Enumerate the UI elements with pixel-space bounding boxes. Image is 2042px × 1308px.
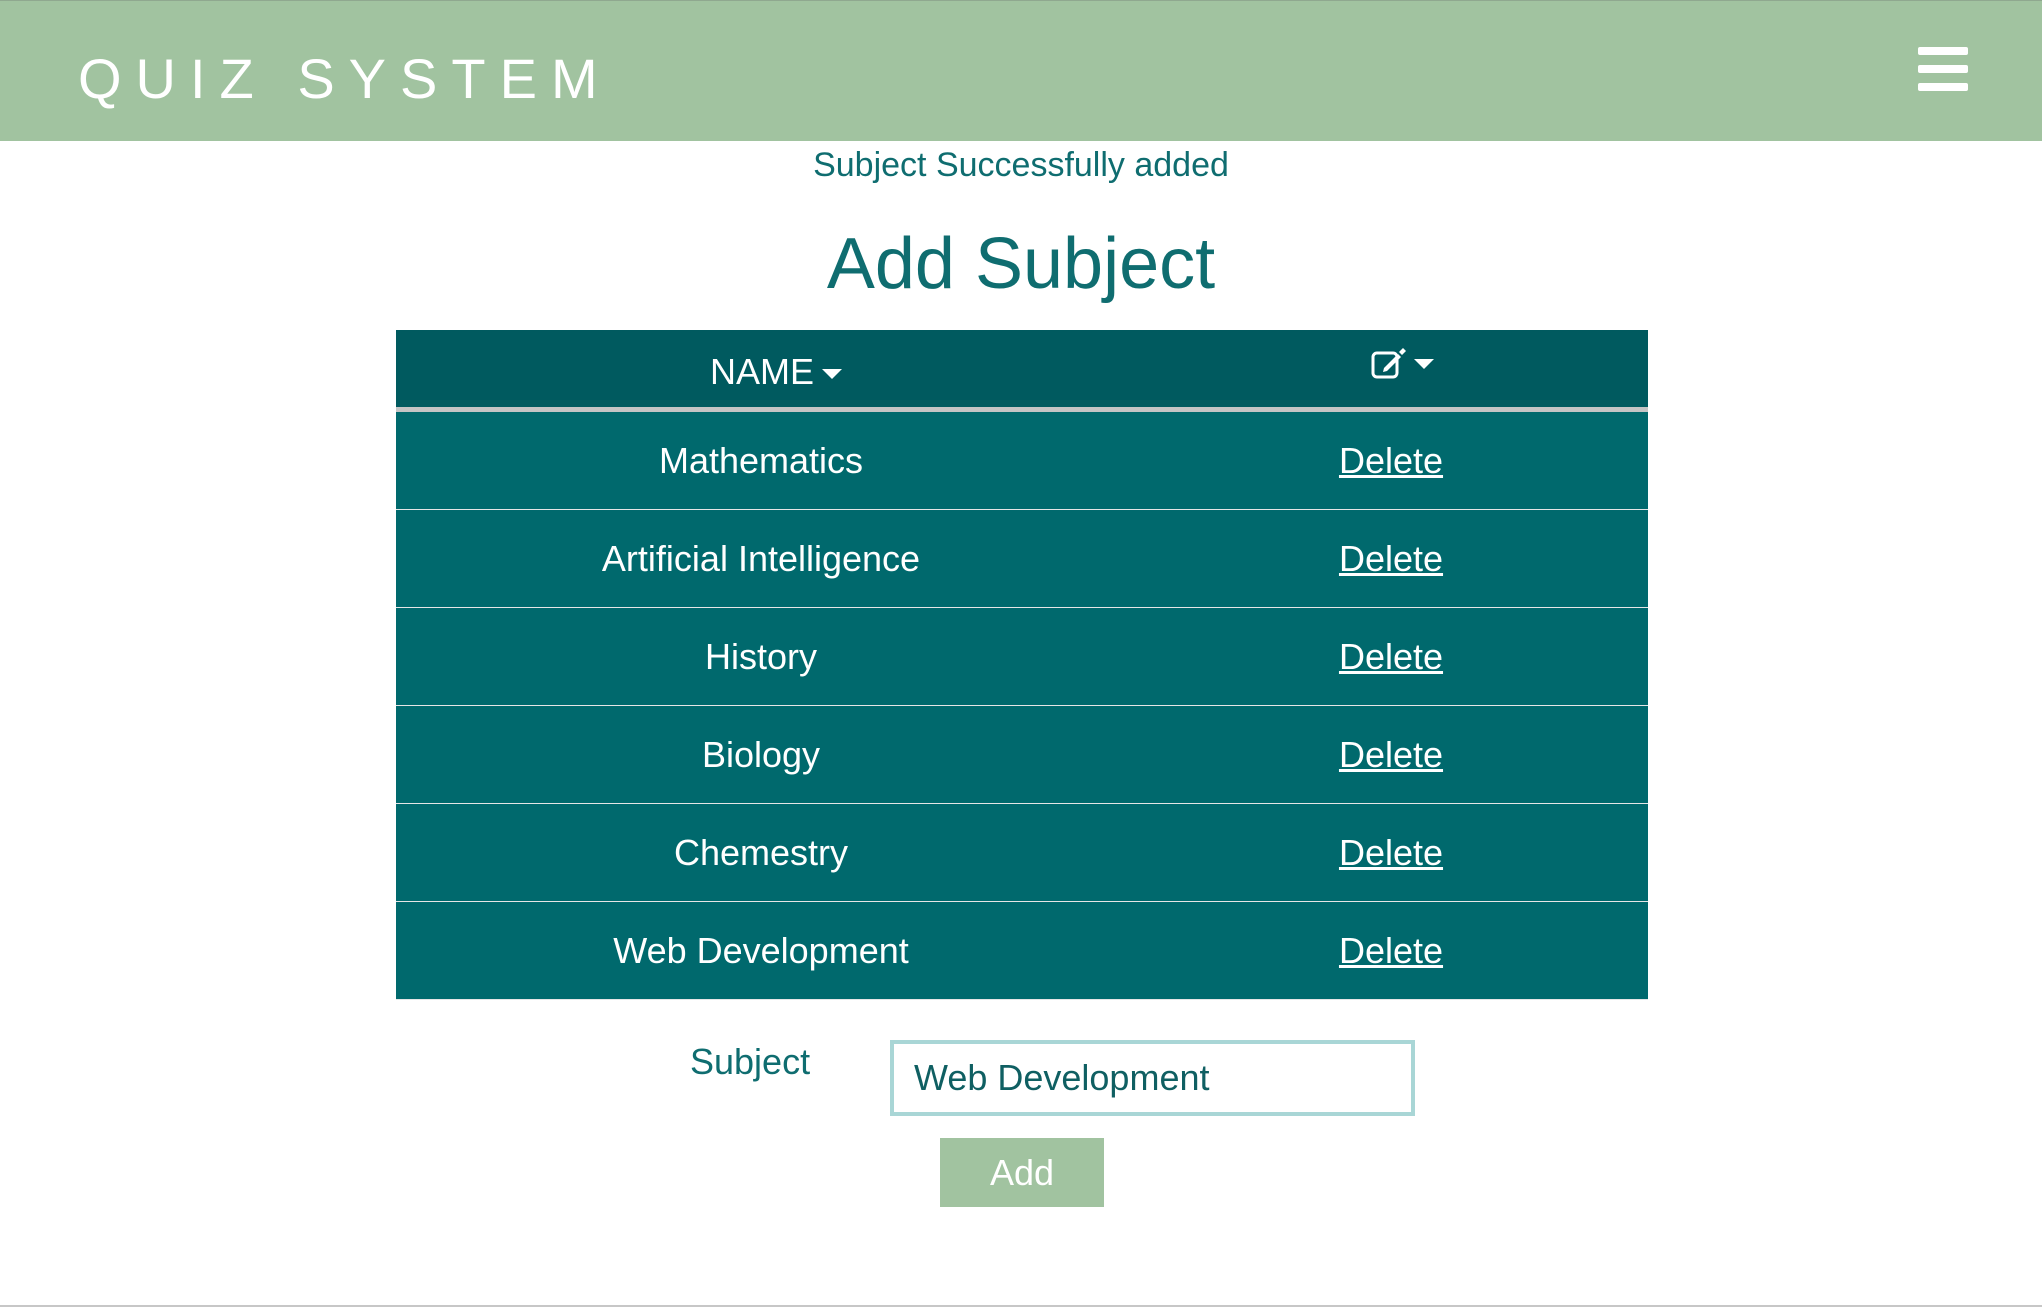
add-button[interactable]: Add [940, 1138, 1104, 1207]
menu-bar [1918, 47, 1968, 55]
table-row: Artificial Intelligence Delete [396, 510, 1648, 608]
delete-link[interactable]: Delete [1339, 636, 1443, 677]
delete-link[interactable]: Delete [1339, 538, 1443, 579]
caret-down-icon[interactable] [1414, 359, 1434, 369]
page-title: Add Subject [826, 224, 1216, 304]
subject-name: Artificial Intelligence [601, 538, 921, 579]
delete-link[interactable]: Delete [1339, 440, 1443, 481]
action-cell: Delete [1156, 804, 1626, 901]
bottom-divider [0, 1305, 2042, 1307]
action-cell: Delete [1156, 510, 1626, 607]
delete-link[interactable]: Delete [1339, 930, 1443, 971]
table-row: Biology Delete [396, 706, 1648, 804]
table-row: History Delete [396, 608, 1648, 706]
action-cell: Delete [1156, 902, 1626, 999]
subject-field-label: Subject [690, 1041, 811, 1082]
table-header: NAME [396, 330, 1648, 412]
subject-name: Mathematics [658, 440, 864, 481]
caret-down-icon[interactable] [822, 369, 842, 380]
success-message: Subject Successfully added [813, 146, 1229, 184]
delete-link[interactable]: Delete [1339, 832, 1443, 873]
subject-name: Chemestry [673, 832, 849, 873]
action-cell: Delete [1156, 706, 1626, 803]
subject-name: Biology [701, 734, 821, 775]
hamburger-menu-icon[interactable] [1918, 47, 1968, 91]
edit-icon [1371, 348, 1406, 379]
table-row: Chemestry Delete [396, 804, 1648, 902]
action-cell: Delete [1156, 608, 1626, 705]
table-row: Web Development Delete [396, 902, 1648, 1000]
subject-input[interactable] [890, 1040, 1415, 1116]
menu-bar [1918, 65, 1968, 73]
subject-name: Web Development [613, 930, 909, 971]
delete-link[interactable]: Delete [1339, 734, 1443, 775]
column-header-name-label: NAME [709, 351, 814, 392]
subject-name: History [704, 636, 817, 677]
brand-title[interactable]: QUIZ SYSTEM [78, 45, 612, 113]
action-cell: Delete [1156, 412, 1626, 509]
subjects-table: NAME Mathematics Delete Artificial Intel… [396, 330, 1648, 1000]
column-header-actions[interactable] [1156, 346, 1648, 390]
column-header-name[interactable]: NAME [396, 350, 1156, 394]
table-row: Mathematics Delete [396, 412, 1648, 510]
menu-bar [1918, 83, 1968, 91]
top-navbar: QUIZ SYSTEM [0, 0, 2042, 141]
